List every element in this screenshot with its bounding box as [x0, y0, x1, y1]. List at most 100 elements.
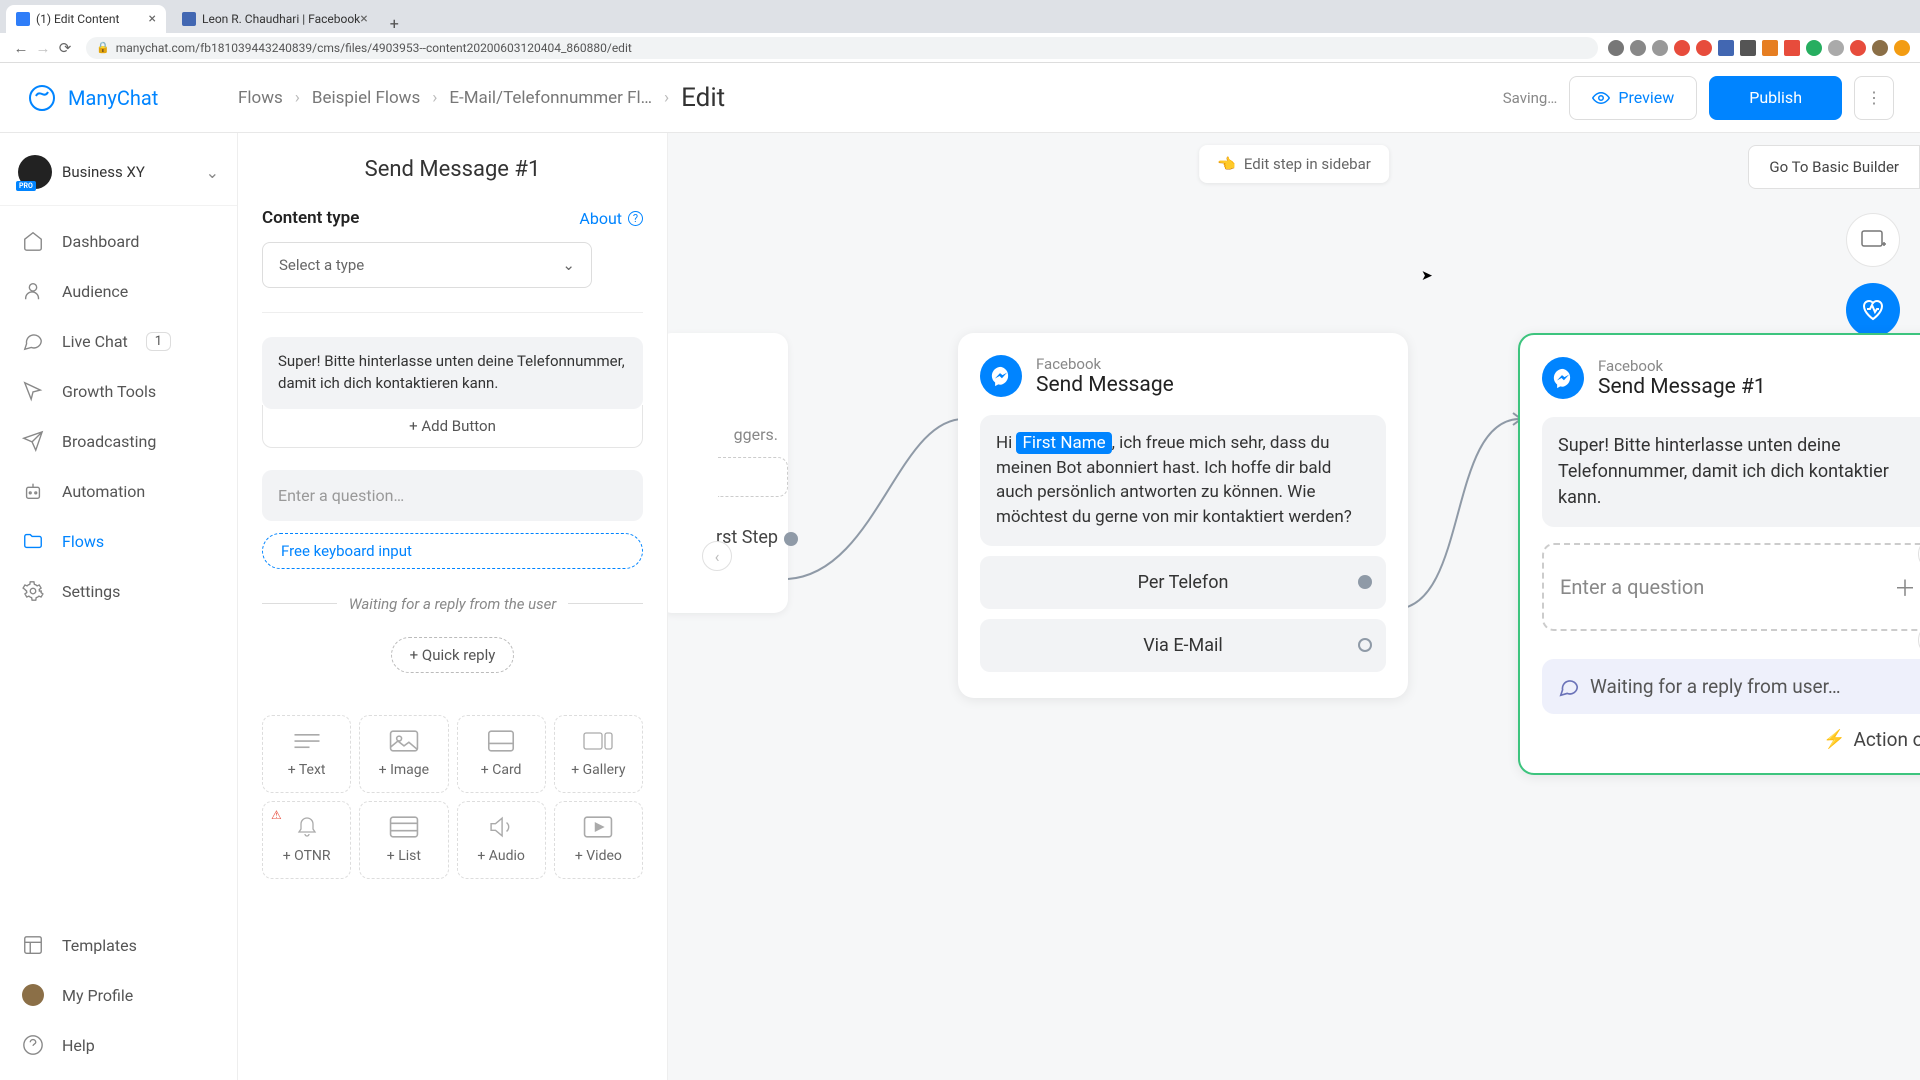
- content-type-label: Content type: [262, 208, 359, 228]
- sidebar-item-audience[interactable]: Audience: [0, 266, 237, 316]
- logo[interactable]: ManyChat: [26, 82, 238, 114]
- connector-dot[interactable]: [1358, 638, 1372, 652]
- flow-node-send-message-1[interactable]: Facebook Send Message #1 Super! Bitte hi…: [1518, 333, 1920, 775]
- ext-icon[interactable]: [1850, 40, 1866, 56]
- chat-icon: [22, 330, 44, 352]
- ext-icon[interactable]: [1894, 40, 1910, 56]
- publish-button[interactable]: Publish: [1709, 76, 1842, 120]
- block-text[interactable]: + Text: [262, 715, 351, 793]
- ext-icon[interactable]: [1696, 40, 1712, 56]
- msg-pre: Hi: [996, 433, 1016, 453]
- sidebar-item-growth[interactable]: Growth Tools: [0, 366, 237, 416]
- waiting-reply-pill: Waiting for a reply from user…: [1542, 659, 1920, 714]
- block-image[interactable]: + Image: [359, 715, 448, 793]
- sidebar-item-livechat[interactable]: Live Chat 1: [0, 316, 237, 366]
- add-button[interactable]: + Add Button: [262, 405, 643, 448]
- heart-fab[interactable]: [1846, 283, 1900, 337]
- send-icon: [22, 430, 44, 452]
- chevron-right-icon: ›: [295, 88, 300, 108]
- ext-icon[interactable]: [1762, 40, 1778, 56]
- browser-tab-active[interactable]: (1) Edit Content ×: [6, 5, 166, 33]
- sidebar-item-flows[interactable]: Flows: [0, 516, 237, 566]
- block-list[interactable]: + List: [359, 801, 448, 879]
- warning-icon: ⚠: [271, 808, 282, 822]
- dashed-placeholder: [718, 457, 788, 497]
- ext-icon[interactable]: [1806, 40, 1822, 56]
- action-on-row[interactable]: ⚡ Action on: [1542, 728, 1920, 751]
- more-button[interactable]: ⋮: [1854, 76, 1894, 120]
- sidebar-item-dashboard[interactable]: Dashboard: [0, 216, 237, 266]
- about-link[interactable]: About ?: [579, 209, 643, 228]
- enter-question-placeholder[interactable]: Enter a question ＋ －: [1542, 543, 1920, 631]
- ext-icon[interactable]: [1740, 40, 1756, 56]
- sidebar-item-broadcasting[interactable]: Broadcasting: [0, 416, 237, 466]
- chevron-right-icon: ›: [432, 88, 437, 108]
- flow-node-send-message[interactable]: Facebook Send Message Hi First Name, ich…: [958, 333, 1408, 698]
- ext-icon[interactable]: [1652, 40, 1668, 56]
- ext-icon[interactable]: [1630, 40, 1646, 56]
- browser-tab-inactive[interactable]: Leon R. Chaudhari | Facebook ×: [172, 5, 378, 33]
- ext-icon[interactable]: [1608, 40, 1624, 56]
- block-card[interactable]: + Card: [457, 715, 546, 793]
- node-option-telefon[interactable]: Per Telefon: [980, 556, 1386, 609]
- crumb[interactable]: Flows: [238, 88, 283, 108]
- block-otnr[interactable]: ⚠ + OTNR: [262, 801, 351, 879]
- close-tab-icon[interactable]: ×: [360, 11, 367, 27]
- free-keyboard-pill[interactable]: Free keyboard input: [262, 533, 643, 569]
- block-video[interactable]: + Video: [554, 801, 643, 879]
- ext-icon[interactable]: [1674, 40, 1690, 56]
- message-text-block[interactable]: Super! Bitte hinterlasse unten deine Tel…: [262, 337, 643, 409]
- block-gallery[interactable]: + Gallery: [554, 715, 643, 793]
- nav-label: Templates: [62, 936, 137, 955]
- node-platform: Facebook: [1036, 355, 1174, 373]
- chevron-left-icon[interactable]: ‹: [702, 541, 732, 571]
- ext-icon[interactable]: [1718, 40, 1734, 56]
- url-input[interactable]: 🔒 manychat.com/fb181039443240839/cms/fil…: [86, 37, 1598, 59]
- plus-icon[interactable]: ＋: [1894, 571, 1916, 603]
- node-option-email[interactable]: Via E-Mail: [980, 619, 1386, 672]
- new-tab-button[interactable]: +: [384, 14, 405, 33]
- sidebar-item-profile[interactable]: My Profile: [0, 970, 237, 1020]
- reload-icon[interactable]: ⟳: [54, 39, 76, 57]
- quick-reply-button[interactable]: + Quick reply: [391, 637, 515, 673]
- question-input[interactable]: Enter a question…: [262, 470, 643, 521]
- content-type-select[interactable]: Select a type ⌄: [262, 242, 592, 288]
- block-audio[interactable]: + Audio: [457, 801, 546, 879]
- ext-icon[interactable]: [1828, 40, 1844, 56]
- sidebar-item-settings[interactable]: Settings: [0, 566, 237, 616]
- back-icon[interactable]: ←: [10, 39, 32, 57]
- block-label: + Gallery: [571, 762, 625, 778]
- layout-icon: [22, 934, 44, 956]
- chevron-down-icon: ⌄: [562, 256, 575, 274]
- business-selector[interactable]: PRO Business XY ⌄: [0, 139, 237, 206]
- action-label: Action on: [1853, 728, 1920, 751]
- avatar-icon[interactable]: [1872, 40, 1888, 56]
- message-text: Super! Bitte hinterlasse unten deine Tel…: [278, 352, 625, 392]
- nav-label: My Profile: [62, 986, 133, 1005]
- crumb[interactable]: E-Mail/Telefonnummer Fl…: [449, 88, 652, 108]
- breadcrumb: Flows › Beispiel Flows › E-Mail/Telefonn…: [238, 83, 725, 113]
- add-card-fab[interactable]: [1846, 213, 1900, 267]
- messenger-icon: [1542, 357, 1584, 399]
- connector-dot[interactable]: [784, 532, 798, 546]
- close-tab-icon[interactable]: ×: [149, 11, 156, 27]
- block-label: + Image: [379, 762, 429, 778]
- connector-dot[interactable]: [1358, 575, 1372, 589]
- go-basic-button[interactable]: Go To Basic Builder: [1748, 145, 1920, 189]
- node-message: Hi First Name, ich freue mich sehr, dass…: [980, 415, 1386, 546]
- gear-icon: [22, 580, 44, 602]
- add-button-label: + Add Button: [409, 417, 496, 435]
- forward-icon[interactable]: →: [32, 39, 54, 57]
- sidebar-item-automation[interactable]: Automation: [0, 466, 237, 516]
- panel-title[interactable]: Send Message #1: [262, 157, 643, 182]
- flow-canvas[interactable]: 👈 Edit step in sidebar Go To Basic Build…: [668, 133, 1920, 1080]
- edit-step-hint[interactable]: 👈 Edit step in sidebar: [1199, 145, 1389, 183]
- sidebar-item-templates[interactable]: Templates: [0, 920, 237, 970]
- ext-icon[interactable]: [1784, 40, 1800, 56]
- preview-button[interactable]: Preview: [1569, 76, 1697, 120]
- tab-title: Leon R. Chaudhari | Facebook: [202, 12, 360, 26]
- crumb[interactable]: Beispiel Flows: [312, 88, 420, 108]
- nav-label: Growth Tools: [62, 382, 156, 401]
- sidebar-item-help[interactable]: Help: [0, 1020, 237, 1070]
- flow-node-starting-step[interactable]: ggers. rst Step ‹: [668, 333, 788, 613]
